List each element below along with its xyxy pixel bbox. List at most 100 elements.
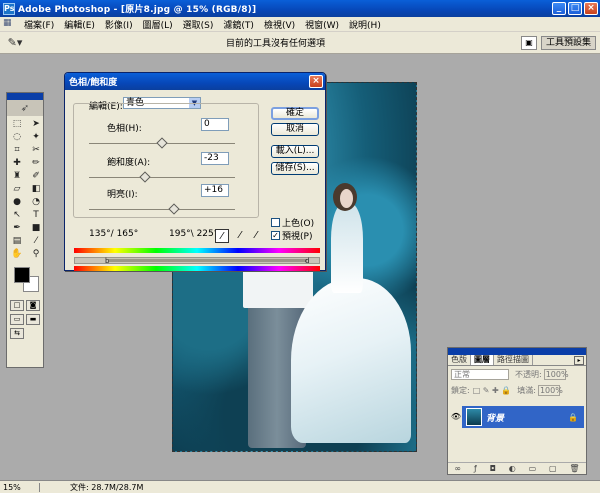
lightness-label: 明亮(I):: [107, 190, 138, 200]
brush-tool-icon[interactable]: ✏: [28, 157, 44, 169]
menu-image[interactable]: 影像(I): [100, 18, 138, 31]
adjustment-layer-icon[interactable]: ◐: [509, 464, 516, 473]
options-message: 目前的工具沒有任何選項: [225, 39, 325, 49]
blend-mode-select[interactable]: 正常: [451, 368, 509, 380]
layer-mask-icon[interactable]: ◘: [490, 464, 496, 473]
notes-tool-icon[interactable]: ▤: [9, 235, 25, 247]
photoshop-menu-icon[interactable]: ▦: [3, 18, 15, 30]
lightness-slider-track[interactable]: [89, 209, 235, 210]
window-titlebar: Ps Adobe Photoshop - [原片8.jpg @ 15% (RGB…: [0, 0, 600, 17]
preview-label: 預視(P): [282, 232, 313, 242]
imageready-jump-icon[interactable]: ⇆: [10, 328, 24, 339]
eyedropper-minus-icon[interactable]: ⁄: [249, 229, 263, 243]
ok-button[interactable]: 確定: [271, 107, 319, 120]
menu-bar: ▦ 檔案(F) 編輯(E) 影像(I) 圖層(L) 選取(S) 濾鏡(T) 檢視…: [0, 17, 600, 32]
magic-wand-tool-icon[interactable]: ✦: [28, 131, 44, 143]
layer-style-icon[interactable]: ƒ: [474, 464, 477, 473]
saturation-label: 飽和度(A):: [107, 158, 151, 168]
hand-tool-icon[interactable]: ✋: [9, 248, 25, 260]
maximize-button[interactable]: □: [568, 2, 582, 15]
delete-layer-icon[interactable]: 🗑: [569, 464, 579, 473]
healing-brush-tool-icon[interactable]: ✚: [9, 157, 25, 169]
range-mark-left[interactable]: b: [105, 257, 109, 265]
blur-tool-icon[interactable]: ●: [9, 196, 25, 208]
photoshop-app-icon: Ps: [3, 2, 15, 15]
lasso-tool-icon[interactable]: ◌: [9, 131, 25, 143]
marquee-tool-icon[interactable]: ⬚: [9, 118, 25, 130]
pen-tool-icon[interactable]: ✒: [9, 222, 25, 234]
fill-input[interactable]: 100%: [537, 384, 563, 396]
gradient-tool-icon[interactable]: ◧: [28, 183, 44, 195]
menu-edit[interactable]: 編輯(E): [59, 18, 100, 31]
tab-paths[interactable]: 路徑描圖: [494, 355, 533, 365]
colorize-checkbox[interactable]: 上色(O): [271, 217, 331, 229]
palette-well-icon[interactable]: ▣: [520, 35, 537, 50]
eyedropper-tool-preset-icon[interactable]: ✎▾: [0, 36, 30, 49]
preview-checkbox-box[interactable]: ✓: [271, 231, 280, 240]
lightness-input[interactable]: +16: [201, 184, 229, 197]
hue-input[interactable]: 0: [201, 118, 229, 131]
preview-checkbox[interactable]: ✓ 預視(P): [271, 230, 331, 242]
hue-range-band[interactable]: [109, 259, 307, 262]
fill-label: 填滿:: [517, 385, 536, 395]
saturation-input[interactable]: -23: [201, 152, 229, 165]
link-layers-icon[interactable]: ∞: [454, 464, 461, 473]
menu-filter[interactable]: 濾鏡(T): [218, 18, 259, 31]
quick-mask-mode-icon[interactable]: ◙: [26, 300, 40, 311]
cancel-button[interactable]: 取消: [271, 123, 319, 136]
menu-window[interactable]: 視窗(W): [300, 18, 344, 31]
new-layer-icon[interactable]: ▢: [549, 464, 557, 473]
shape-tool-icon[interactable]: ■: [28, 222, 44, 234]
load-button[interactable]: 載入(L)...: [271, 145, 319, 158]
toolbox: ➶ ⬚ ➤ ◌ ✦ ⌗ ✂ ✚ ✏ ♜ ✐ ▱ ◧ ● ◔ ↖ T ✒ ■ ▤ …: [6, 92, 44, 368]
eraser-tool-icon[interactable]: ▱: [9, 183, 25, 195]
dialog-close-icon[interactable]: ×: [309, 75, 323, 88]
menu-file[interactable]: 檔案(F): [19, 18, 59, 31]
output-color-bar: [74, 266, 320, 271]
close-button[interactable]: ×: [584, 2, 598, 15]
lock-icons[interactable]: □ ✎ ✚ 🔒: [473, 386, 512, 395]
slice-tool-icon[interactable]: ✂: [28, 144, 44, 156]
input-color-bar: [74, 248, 320, 253]
move-tool-icon[interactable]: ➤: [28, 118, 44, 130]
menu-select[interactable]: 選取(S): [178, 18, 219, 31]
toolbox-titlebar[interactable]: [7, 93, 43, 100]
tab-channels[interactable]: 色版: [448, 355, 471, 365]
opacity-input[interactable]: 100%: [543, 368, 569, 380]
screen-mode-full-icon[interactable]: ▬: [26, 314, 40, 325]
layers-panel-titlebar[interactable]: [448, 348, 586, 355]
eyedropper-icon[interactable]: ⁄: [215, 229, 229, 243]
feather-logo-icon[interactable]: ➶: [7, 100, 43, 116]
clone-stamp-tool-icon[interactable]: ♜: [9, 170, 25, 182]
new-group-icon[interactable]: ▭: [529, 464, 537, 473]
zoom-tool-icon[interactable]: ⚲: [28, 248, 44, 260]
menu-view[interactable]: 檢視(V): [259, 18, 300, 31]
zoom-level[interactable]: 15%: [0, 482, 40, 492]
dialog-titlebar[interactable]: 色相/飽和度 ×: [65, 73, 325, 90]
eye-icon[interactable]: 👁: [450, 406, 462, 428]
standard-mode-icon[interactable]: □: [10, 300, 24, 311]
eyedropper-plus-icon[interactable]: ⁄: [233, 229, 247, 243]
minimize-button[interactable]: _: [552, 2, 566, 15]
range-mark-right[interactable]: d: [305, 257, 309, 265]
hue-range-slider[interactable]: b d: [74, 257, 320, 265]
photo-bride-dress: [291, 278, 411, 443]
screen-mode-standard-icon[interactable]: ▭: [10, 314, 24, 325]
saturation-slider-track[interactable]: [89, 177, 235, 178]
dodge-tool-icon[interactable]: ◔: [28, 196, 44, 208]
colorize-checkbox-box[interactable]: [271, 218, 280, 227]
history-brush-tool-icon[interactable]: ✐: [28, 170, 44, 182]
panel-menu-icon[interactable]: ▸: [574, 356, 584, 365]
path-selection-tool-icon[interactable]: ↖: [9, 209, 25, 221]
menu-layer[interactable]: 圖層(L): [138, 18, 178, 31]
layer-row-background[interactable]: 👁 背景 🔒: [450, 406, 584, 428]
tool-presets-tab[interactable]: 工具預設集: [540, 35, 596, 50]
range-right-text: 195°\ 225°: [169, 229, 219, 239]
crop-tool-icon[interactable]: ⌗: [9, 144, 25, 156]
foreground-color-swatch[interactable]: [14, 267, 30, 283]
eyedropper-tool-icon[interactable]: ⁄: [28, 235, 44, 247]
menu-help[interactable]: 說明(H): [344, 18, 386, 31]
tab-layers[interactable]: 圖層: [471, 355, 494, 365]
type-tool-icon[interactable]: T: [28, 209, 44, 221]
save-button[interactable]: 儲存(S)...: [271, 162, 319, 175]
